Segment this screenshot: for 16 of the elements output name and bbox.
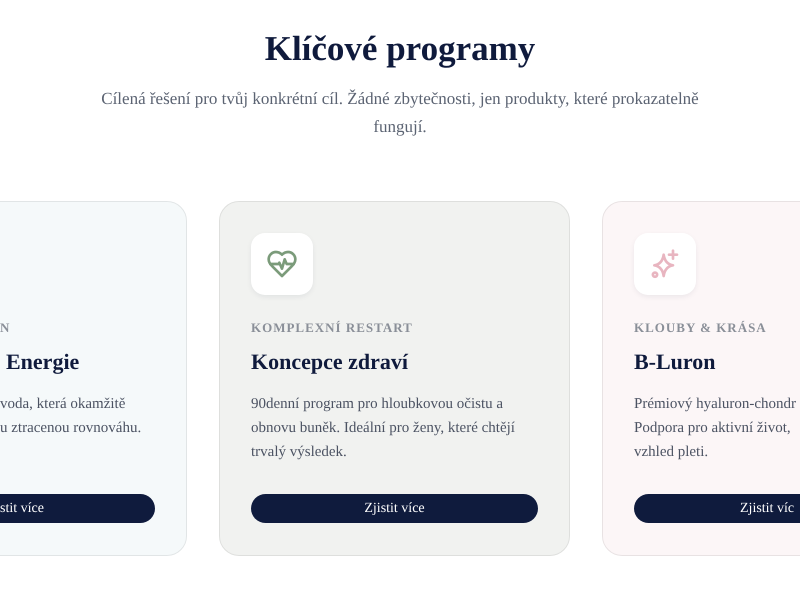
card-description: voda, která okamžitě u ztracenou rovnováhu. xyxy=(0,395,142,438)
section-title: Klíčové programy xyxy=(264,28,536,70)
sparkles-icon xyxy=(634,233,696,295)
card-title: Energie xyxy=(6,348,80,376)
card-description: Prémiový hyaluron-chondr Podpora pro aktivní život, vzhled pleti. xyxy=(634,395,796,462)
learn-more-button[interactable]: Zjistit více xyxy=(251,494,538,523)
card-title: Koncepce zdraví xyxy=(251,348,408,376)
learn-more-button[interactable]: stit více xyxy=(0,494,155,523)
heart-pulse-icon xyxy=(251,233,313,295)
card-title: B-Luron xyxy=(634,348,716,376)
card-description: 90denní program pro hloubkovou očistu a obnovu buněk. Ideální pro ženy, které chtějí trvalý výsledek. xyxy=(251,395,516,462)
learn-more-button[interactable]: Zjistit víc xyxy=(634,494,800,523)
category-label: N xyxy=(0,320,10,336)
section-subtitle: Cílená řešení pro tvůj konkrétní cíl. Žádné zbytečnosti, jen produkty, které prokazatelně fungují. xyxy=(100,88,700,138)
category-label: KLOUBY & KRÁSA xyxy=(634,320,767,336)
category-label: KOMPLEXNÍ RESTART xyxy=(251,320,413,336)
